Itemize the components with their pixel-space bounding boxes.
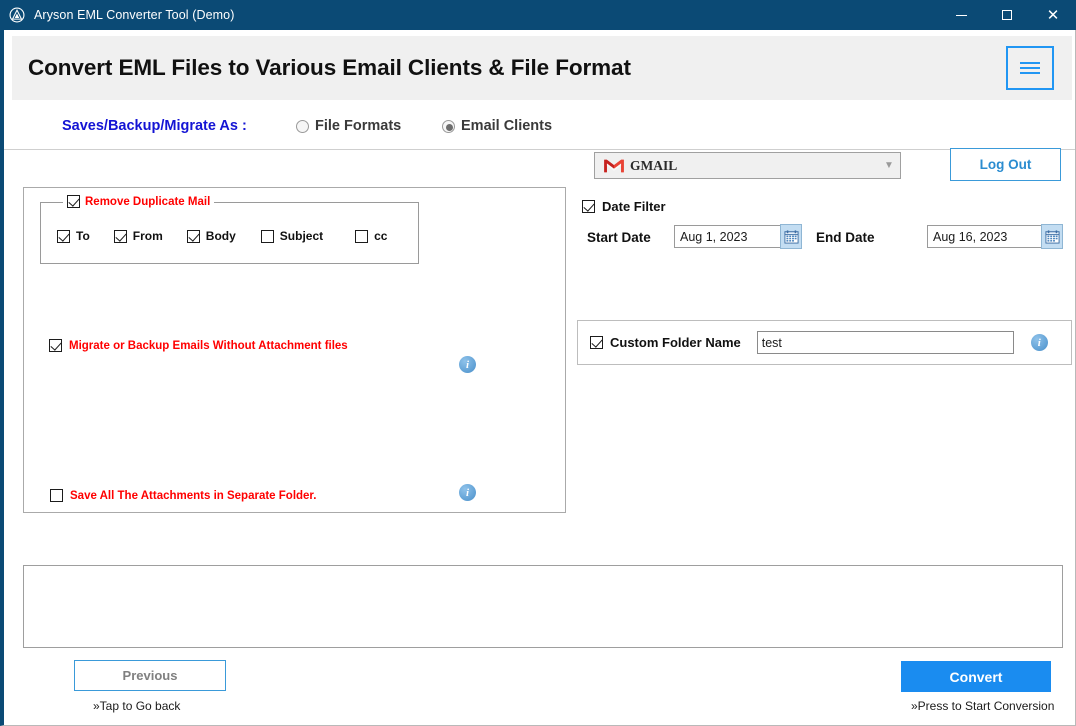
radio-file-formats[interactable]: File Formats — [296, 118, 401, 134]
checkbox-to-label: To — [76, 229, 90, 243]
checkbox-cc-label: cc — [374, 229, 388, 243]
minimize-button[interactable] — [938, 0, 984, 30]
save-as-label: Saves/Backup/Migrate As : — [62, 118, 247, 134]
checkbox-without-attachments-label: Migrate or Backup Emails Without Attachm… — [69, 339, 348, 352]
remove-duplicate-label: Remove Duplicate Mail — [85, 195, 211, 208]
start-date-label: Start Date — [587, 230, 651, 245]
end-date-calendar-button[interactable] — [1041, 224, 1063, 249]
chevron-down-icon[interactable]: ▼ — [878, 153, 900, 178]
checkbox-without-attachments[interactable]: Migrate or Backup Emails Without Attachm… — [49, 339, 348, 352]
checkbox-subject[interactable]: Subject — [260, 229, 324, 243]
aryson-logo-icon — [8, 6, 26, 24]
checkbox-date-filter[interactable]: Date Filter — [582, 199, 666, 214]
date-range-row: Start Date Aug 1, 2023 End Date Aug 16, … — [582, 224, 1072, 255]
start-date-value: Aug 1, 2023 — [675, 226, 793, 247]
radio-email-clients[interactable]: Email Clients — [442, 118, 552, 134]
end-date-field[interactable]: Aug 16, 2023 — [927, 225, 1047, 248]
info-icon-attachment[interactable]: i — [459, 484, 476, 501]
window-controls: ✕ — [938, 0, 1076, 30]
previous-hint: »Tap to Go back — [93, 699, 181, 713]
custom-folder-input[interactable] — [756, 331, 1014, 354]
duplicate-criteria-row: To From Body Subject cc — [57, 229, 387, 243]
options-toolbar: Saves/Backup/Migrate As : File Formats E… — [4, 106, 1075, 150]
checkbox-date-filter-box[interactable] — [582, 200, 595, 213]
page-title: Convert EML Files to Various Email Clien… — [28, 55, 631, 80]
info-icon-duplicate[interactable]: i — [459, 356, 476, 373]
convert-button[interactable]: Convert — [901, 661, 1051, 692]
start-date-field[interactable]: Aug 1, 2023 — [674, 225, 794, 248]
left-options-panel: Remove Duplicate Mail To From Body Subje… — [23, 187, 566, 513]
end-date-label: End Date — [816, 230, 875, 245]
date-filter-label: Date Filter — [602, 199, 666, 214]
radio-file-formats-icon — [296, 119, 309, 133]
checkbox-separate-folder-label: Save All The Attachments in Separate Fol… — [70, 489, 317, 502]
close-icon: ✕ — [1046, 5, 1060, 24]
checkbox-from-label: From — [132, 229, 163, 243]
checkbox-subject-box[interactable] — [260, 229, 274, 243]
checkbox-body-label: Body — [205, 229, 236, 243]
target-client-value: GMAIL — [630, 157, 678, 173]
start-date-calendar-button[interactable] — [780, 224, 802, 249]
custom-folder-panel: Custom Folder Name i — [577, 320, 1072, 365]
calendar-icon — [783, 230, 799, 244]
checkbox-custom-folder[interactable] — [590, 336, 603, 349]
calendar-icon — [1044, 230, 1060, 244]
maximize-icon — [1002, 10, 1012, 20]
checkbox-without-attachments-box[interactable] — [49, 339, 62, 352]
radio-email-clients-label: Email Clients — [461, 118, 553, 134]
hamburger-menu-icon — [1020, 59, 1040, 77]
window-title: Aryson EML Converter Tool (Demo) — [34, 8, 235, 22]
remove-duplicate-group: Remove Duplicate Mail To From Body Subje… — [40, 195, 419, 264]
custom-folder-label: Custom Folder Name — [610, 335, 741, 350]
maximize-button[interactable] — [984, 0, 1030, 30]
window-body: Convert EML Files to Various Email Clien… — [0, 30, 1076, 726]
radio-email-clients-icon — [442, 119, 455, 133]
radio-file-formats-label: File Formats — [315, 118, 402, 134]
window-titlebar: Aryson EML Converter Tool (Demo) ✕ — [0, 0, 1076, 30]
checkbox-from-box[interactable] — [113, 229, 127, 243]
checkbox-from[interactable]: From — [113, 229, 163, 243]
gmail-icon — [604, 159, 624, 172]
checkbox-separate-folder-box[interactable] — [50, 489, 63, 502]
checkbox-to-box[interactable] — [57, 229, 70, 243]
checkbox-cc-box[interactable] — [355, 229, 369, 243]
info-icon-custom-folder[interactable]: i — [1030, 334, 1048, 351]
page-header: Convert EML Files to Various Email Clien… — [12, 36, 1072, 100]
checkbox-to[interactable]: To — [57, 229, 90, 243]
target-client-select[interactable]: GMAIL ▼ — [594, 152, 901, 179]
hamburger-menu-button[interactable] — [1006, 46, 1054, 90]
checkbox-cc[interactable]: cc — [355, 229, 387, 243]
checkbox-separate-folder[interactable]: Save All The Attachments in Separate Fol… — [50, 489, 316, 502]
end-date-value: Aug 16, 2023 — [928, 226, 1046, 247]
remove-duplicate-checkbox[interactable] — [67, 195, 80, 208]
convert-hint: »Press to Start Conversion — [911, 699, 1055, 713]
minimize-icon — [955, 14, 967, 16]
remove-duplicate-toggle[interactable]: Remove Duplicate Mail — [63, 195, 215, 208]
close-button[interactable]: ✕ — [1030, 0, 1076, 30]
previous-button[interactable]: Previous — [74, 660, 226, 691]
checkbox-body-box[interactable] — [186, 229, 200, 243]
checkbox-subject-label: Subject — [279, 229, 324, 243]
checkbox-body[interactable]: Body — [186, 229, 236, 243]
status-log-box — [23, 565, 1063, 648]
logout-button[interactable]: Log Out — [950, 148, 1061, 181]
